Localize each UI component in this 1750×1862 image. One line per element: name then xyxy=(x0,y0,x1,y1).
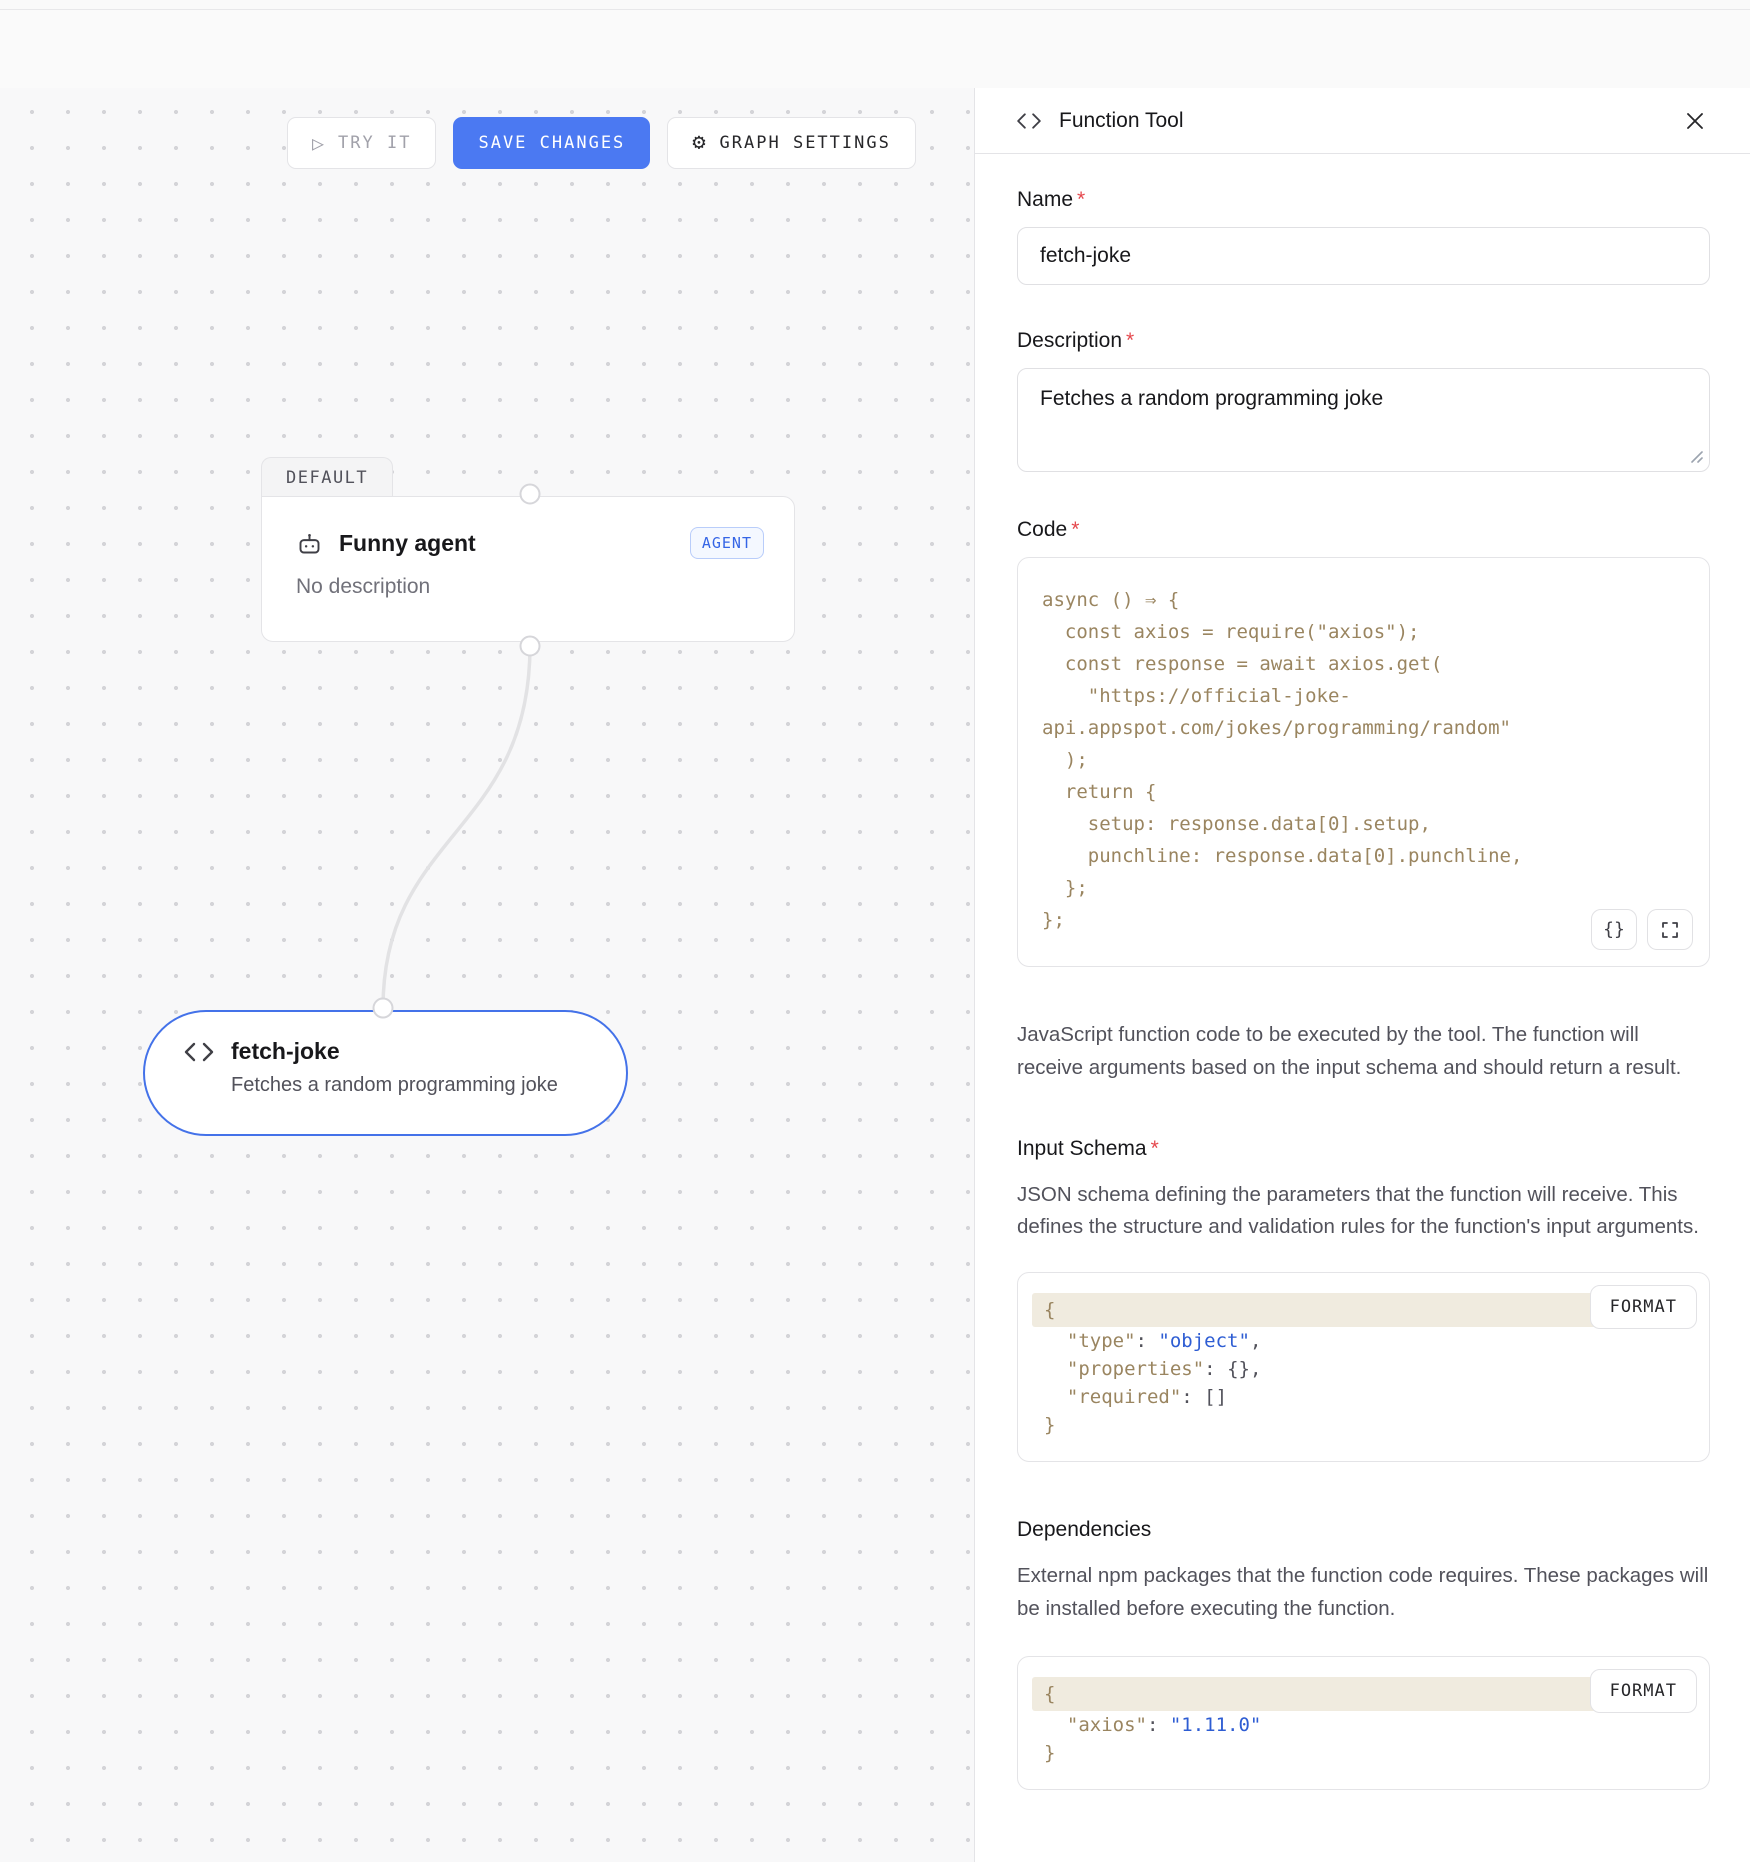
try-it-label: TRY IT xyxy=(338,133,411,153)
format-schema-button[interactable]: FORMAT xyxy=(1590,1285,1697,1329)
save-changes-button[interactable]: SAVE CHANGES xyxy=(453,117,650,169)
agent-node-title: Funny agent xyxy=(339,530,674,557)
play-icon: ▷ xyxy=(312,133,326,153)
close-icon xyxy=(1684,110,1706,132)
input-schema-label: Input Schema* xyxy=(1017,1137,1710,1161)
top-bar xyxy=(0,0,1750,88)
code-editor[interactable]: async () ⇒ { const axios = require("axio… xyxy=(1017,557,1710,967)
description-textarea[interactable]: Fetches a random programming joke xyxy=(1017,368,1710,472)
description-field-label: Description* xyxy=(1017,329,1710,353)
tool-node-description: Fetches a random programming joke xyxy=(231,1074,596,1097)
code-help-text: JavaScript function code to be executed … xyxy=(1017,1019,1710,1085)
robot-icon xyxy=(296,530,323,557)
dependencies-label: Dependencies xyxy=(1017,1518,1710,1542)
code-field-label: Code* xyxy=(1017,518,1710,542)
braces-icon: {} xyxy=(1603,919,1625,940)
graph-canvas[interactable]: ▷ TRY IT SAVE CHANGES ⚙ GRAPH SETTINGS D… xyxy=(0,88,975,1862)
required-asterisk: * xyxy=(1126,329,1134,352)
code-icon xyxy=(183,1040,215,1064)
tool-node-title: fetch-joke xyxy=(231,1038,340,1065)
required-asterisk: * xyxy=(1077,188,1085,211)
agent-node-description: No description xyxy=(296,575,764,599)
format-code-button[interactable]: {} xyxy=(1591,909,1637,950)
code-icon xyxy=(1015,111,1043,131)
panel-title: Function Tool xyxy=(1059,109,1664,133)
graph-settings-label: GRAPH SETTINGS xyxy=(720,133,891,153)
graph-settings-button[interactable]: ⚙ GRAPH SETTINGS xyxy=(667,117,916,169)
default-group-tab[interactable]: DEFAULT xyxy=(261,457,393,497)
try-it-button[interactable]: ▷ TRY IT xyxy=(287,117,436,169)
agent-type-badge: AGENT xyxy=(690,527,764,559)
tool-node-top-handle[interactable] xyxy=(373,998,394,1019)
agent-node-bottom-handle[interactable] xyxy=(520,636,541,657)
edge-agent-to-tool xyxy=(0,88,975,1862)
expand-icon xyxy=(1661,921,1679,939)
name-input[interactable] xyxy=(1017,227,1710,285)
input-schema-editor[interactable]: FORMAT { "type": "object", "properties":… xyxy=(1017,1272,1710,1462)
resize-grip-icon[interactable] xyxy=(1689,449,1703,463)
close-panel-button[interactable] xyxy=(1680,106,1710,136)
canvas-toolbar: ▷ TRY IT SAVE CHANGES ⚙ GRAPH SETTINGS xyxy=(287,117,916,169)
function-tool-panel: Function Tool Name* xyxy=(975,88,1750,1862)
expand-code-button[interactable] xyxy=(1647,909,1693,950)
name-field-label: Name* xyxy=(1017,188,1710,212)
app-window: ▷ TRY IT SAVE CHANGES ⚙ GRAPH SETTINGS D… xyxy=(0,0,1750,1862)
dependencies-editor[interactable]: FORMAT { "axios": "1.11.0"} xyxy=(1017,1656,1710,1790)
input-schema-help-text: JSON schema defining the parameters that… xyxy=(1017,1179,1710,1245)
panel-body: Name* Description* Fetches a random prog… xyxy=(975,154,1750,1830)
panel-header: Function Tool xyxy=(975,88,1750,154)
required-asterisk: * xyxy=(1151,1137,1159,1160)
required-asterisk: * xyxy=(1071,518,1079,541)
save-changes-label: SAVE CHANGES xyxy=(478,133,625,153)
format-dependencies-button[interactable]: FORMAT xyxy=(1590,1669,1697,1713)
gear-icon: ⚙ xyxy=(692,132,707,154)
agent-node[interactable]: Funny agent AGENT No description xyxy=(261,496,795,642)
tool-node-fetch-joke[interactable]: fetch-joke Fetches a random programming … xyxy=(143,1010,628,1136)
dependencies-help-text: External npm packages that the function … xyxy=(1017,1560,1710,1626)
agent-node-top-handle[interactable] xyxy=(520,484,541,505)
default-group-label: DEFAULT xyxy=(286,468,368,488)
